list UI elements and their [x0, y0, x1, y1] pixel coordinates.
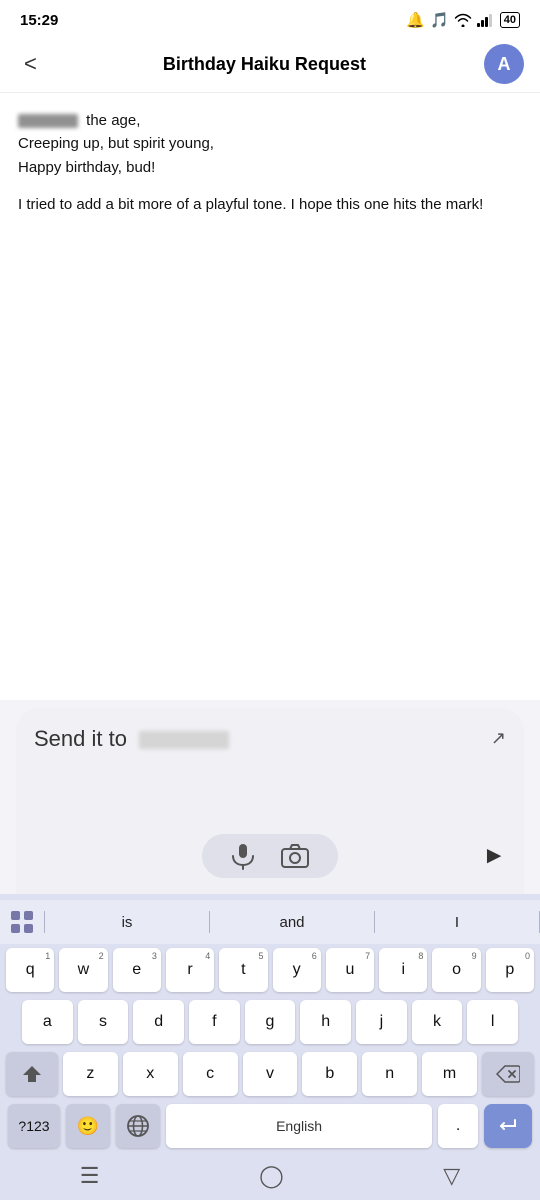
- key-c[interactable]: c: [183, 1052, 238, 1096]
- expand-icon[interactable]: ↗: [491, 728, 506, 749]
- haiku-line2: Creeping up, but spirit young,: [18, 132, 522, 155]
- send-button[interactable]: ►: [482, 842, 506, 870]
- key-o[interactable]: o9: [432, 948, 480, 992]
- input-container: Send it to ↗: [16, 708, 524, 894]
- avatar[interactable]: A: [484, 44, 524, 84]
- key-q[interactable]: q1: [6, 948, 54, 992]
- key-n[interactable]: n: [362, 1052, 417, 1096]
- status-bar: 15:29 🔔 🎵 40: [0, 0, 540, 36]
- key-x[interactable]: x: [123, 1052, 178, 1096]
- nav-menu-icon[interactable]: ☰: [80, 1163, 100, 1189]
- shift-icon: [21, 1063, 43, 1085]
- key-i[interactable]: i8: [379, 948, 427, 992]
- key-row-2: a s d f g h j k l: [0, 996, 540, 1048]
- enter-key[interactable]: [484, 1104, 532, 1148]
- space-key[interactable]: English: [166, 1104, 432, 1148]
- key-v[interactable]: v: [243, 1052, 298, 1096]
- nav-back-icon[interactable]: ▽: [443, 1163, 460, 1189]
- key-row-3: z x c v b n m: [0, 1048, 540, 1100]
- key-a[interactable]: a: [22, 1000, 73, 1044]
- chat-area: the age, Creeping up, but spirit young, …: [0, 93, 540, 700]
- notification-icon: 🔔: [406, 11, 425, 29]
- key-y[interactable]: y6: [273, 948, 321, 992]
- numbers-key[interactable]: ?123: [8, 1104, 60, 1148]
- period-key[interactable]: .: [438, 1104, 478, 1148]
- key-q-sup: 1: [45, 951, 50, 961]
- suggestion-1[interactable]: is: [45, 912, 209, 933]
- status-time: 15:29: [20, 12, 58, 29]
- key-row-1: q1 w2 e3 r4 t5 y6 u7 i8 o9 p0: [0, 944, 540, 996]
- key-i-sup: 8: [418, 951, 423, 961]
- nav-bar: ☰ ◯ ▽: [0, 1156, 540, 1200]
- keyboard: is and I q1 w2 e3 r4 t5 y6 u7 i8 o9 p0 a…: [0, 894, 540, 1156]
- key-y-sup: 6: [312, 951, 317, 961]
- key-l[interactable]: l: [467, 1000, 518, 1044]
- key-d[interactable]: d: [133, 1000, 184, 1044]
- keyboard-grid-button[interactable]: [0, 908, 44, 936]
- page-title: Birthday Haiku Request: [163, 54, 366, 75]
- key-t[interactable]: t5: [219, 948, 267, 992]
- globe-key[interactable]: [116, 1104, 160, 1148]
- haiku-line3: Happy birthday, bud!: [18, 156, 522, 179]
- key-e[interactable]: e3: [113, 948, 161, 992]
- key-r[interactable]: r4: [166, 948, 214, 992]
- key-g[interactable]: g: [245, 1000, 296, 1044]
- signal-icon: [477, 13, 495, 27]
- back-button[interactable]: <: [16, 47, 45, 81]
- globe-icon: [126, 1114, 150, 1138]
- word-suggestions-row: is and I: [0, 900, 540, 944]
- key-f[interactable]: f: [189, 1000, 240, 1044]
- haiku-line1-text: the age,: [86, 112, 140, 129]
- shift-key[interactable]: [6, 1052, 58, 1096]
- key-k[interactable]: k: [412, 1000, 463, 1044]
- send-it-to-text: Send it to: [34, 726, 127, 751]
- key-t-sup: 5: [258, 951, 263, 961]
- haiku-line1: the age,: [18, 109, 522, 132]
- redacted-block-1: [18, 114, 78, 128]
- key-z[interactable]: z: [63, 1052, 118, 1096]
- wifi-icon: [454, 13, 472, 27]
- camera-button[interactable]: [280, 843, 310, 869]
- emoji-key[interactable]: 🙂: [66, 1104, 110, 1148]
- backspace-icon: [496, 1065, 520, 1083]
- key-u[interactable]: u7: [326, 948, 374, 992]
- action-row: ►: [34, 824, 506, 884]
- mic-button[interactable]: [230, 842, 256, 870]
- haiku-message: the age, Creeping up, but spirit young, …: [18, 109, 522, 179]
- action-center: [202, 834, 338, 878]
- key-p-sup: 0: [525, 951, 530, 961]
- recipient-redacted: [139, 731, 229, 749]
- bottom-key-row: ?123 🙂 English .: [0, 1100, 540, 1156]
- key-b[interactable]: b: [302, 1052, 357, 1096]
- key-u-sup: 7: [365, 951, 370, 961]
- mic-icon: [230, 842, 256, 870]
- key-m[interactable]: m: [422, 1052, 477, 1096]
- key-w[interactable]: w2: [59, 948, 107, 992]
- key-p[interactable]: p0: [486, 948, 534, 992]
- key-e-sup: 3: [152, 951, 157, 961]
- media-icon: 🎵: [430, 11, 449, 29]
- key-w-sup: 2: [99, 951, 104, 961]
- suggestion-2[interactable]: and: [210, 912, 374, 933]
- nav-home-icon[interactable]: ◯: [259, 1163, 284, 1189]
- input-label[interactable]: Send it to ↗: [34, 726, 506, 816]
- note-message: I tried to add a bit more of a playful t…: [18, 193, 522, 216]
- emoji-icon: 🙂: [77, 1116, 99, 1137]
- key-r-sup: 4: [205, 951, 210, 961]
- status-icons: 🔔 🎵 40: [406, 11, 520, 29]
- enter-icon: [497, 1117, 519, 1135]
- grid-icon: [8, 908, 36, 936]
- backspace-key[interactable]: [482, 1052, 534, 1096]
- battery-indicator: 40: [500, 12, 520, 28]
- key-j[interactable]: j: [356, 1000, 407, 1044]
- top-nav: < Birthday Haiku Request A: [0, 36, 540, 93]
- key-h[interactable]: h: [300, 1000, 351, 1044]
- camera-icon: [280, 843, 310, 869]
- key-s[interactable]: s: [78, 1000, 129, 1044]
- suggestion-3[interactable]: I: [375, 912, 539, 933]
- key-o-sup: 9: [472, 951, 477, 961]
